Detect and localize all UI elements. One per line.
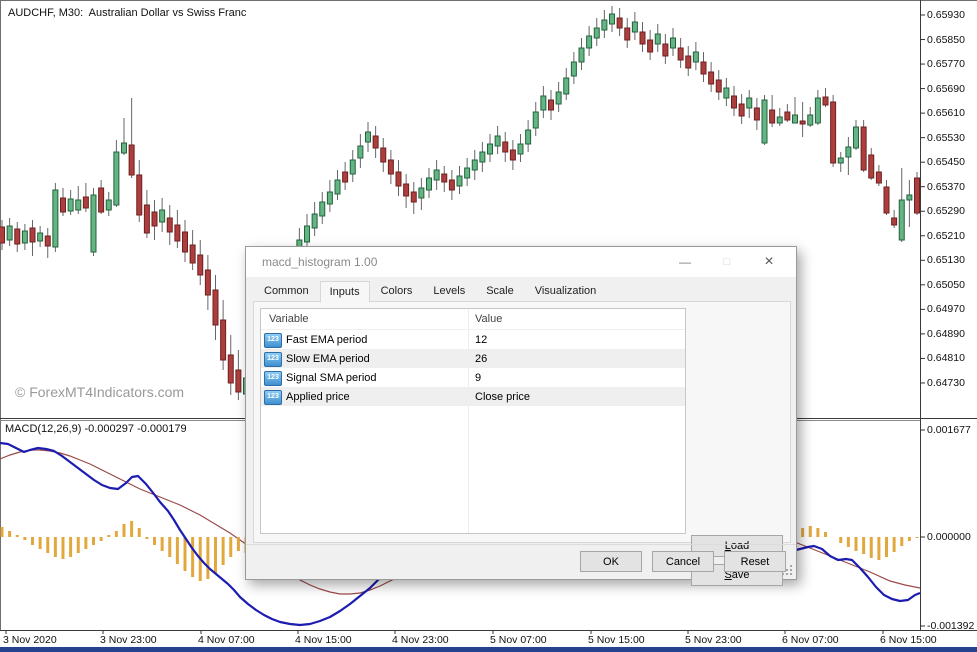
resize-grip-icon[interactable] [790, 573, 792, 575]
price-axis-label: 0.65770 [927, 58, 965, 70]
tab-common[interactable]: Common [254, 281, 319, 302]
price-axis-label: 0.65370 [927, 181, 965, 193]
footer-divider [246, 544, 796, 545]
tab-inputs[interactable]: Inputs [320, 281, 370, 303]
time-axis-label: 6 Nov 07:00 [782, 634, 839, 646]
table-header-row: Variable Value [261, 309, 685, 330]
inputs-tab-page: Variable Value 123 Fast EMA period 12 123 Sl… [253, 301, 791, 543]
macd-axis-label: 0.001677 [927, 424, 971, 436]
time-axis-label: 5 Nov 23:00 [685, 634, 742, 646]
variable-name: Fast EMA period [286, 334, 367, 346]
tab-visualization[interactable]: Visualization [525, 281, 607, 302]
maximize-icon[interactable]: □ [706, 247, 748, 277]
price-axis-label: 0.65690 [927, 83, 965, 95]
dialog-title: macd_histogram 1.00 [262, 255, 377, 269]
tab-levels[interactable]: Levels [423, 281, 475, 302]
price-axis-label: 0.65210 [927, 230, 965, 242]
table-row-fast-ema-period[interactable]: 123 Fast EMA period 12 [261, 330, 685, 349]
window-bottom-strip [0, 647, 977, 652]
numeric-input-icon: 123 [264, 352, 282, 367]
price-axis-label: 0.65530 [927, 132, 965, 144]
indicator-settings-dialog: macd_histogram 1.00 — □ × CommonInputsCo… [245, 246, 797, 580]
dialog-tab-bar: CommonInputsColorsLevelsScaleVisualizati… [254, 281, 607, 302]
time-axis-label: 5 Nov 15:00 [588, 634, 645, 646]
variable-name: Slow EMA period [286, 353, 370, 365]
tab-scale[interactable]: Scale [476, 281, 524, 302]
close-icon[interactable]: × [748, 247, 790, 277]
time-axis-label: 6 Nov 15:00 [880, 634, 937, 646]
price-axis-label: 0.64730 [927, 377, 965, 389]
cancel-button[interactable]: Cancel [652, 551, 714, 572]
variable-value[interactable]: 12 [475, 334, 487, 346]
numeric-input-icon: 123 [264, 333, 282, 348]
variable-name: Applied price [286, 391, 350, 403]
price-axis-label: 0.65130 [927, 254, 965, 266]
ok-button[interactable]: OK [580, 551, 642, 572]
chart-symbol-title: AUDCHF, M30: Australian Dollar vs Swiss … [8, 7, 246, 19]
inputs-table: Variable Value 123 Fast EMA period 12 123 Sl… [260, 308, 686, 534]
mt4-chart-window: AUDCHF, M30: Australian Dollar vs Swiss … [0, 0, 977, 652]
price-axis-label: 0.65450 [927, 156, 965, 168]
tab-colors[interactable]: Colors [371, 281, 423, 302]
variable-value[interactable]: Close price [475, 391, 530, 403]
time-axis-label: 5 Nov 07:00 [490, 634, 547, 646]
numeric-input-icon: 123 [264, 371, 282, 386]
time-axis-label: 3 Nov 2020 [3, 634, 57, 646]
macd-axis-label: -0.001392 [927, 620, 974, 632]
macd-indicator-label: MACD(12,26,9) -0.000297 -0.000179 [5, 423, 187, 435]
minimize-icon[interactable]: — [664, 247, 706, 277]
price-axis-label: 0.65930 [927, 9, 965, 21]
price-axis-label: 0.65850 [927, 34, 965, 46]
price-axis-label: 0.64810 [927, 352, 965, 364]
column-header-variable: Variable [269, 313, 309, 325]
time-axis-label: 4 Nov 23:00 [392, 634, 449, 646]
reset-button[interactable]: Reset [724, 551, 786, 572]
price-axis-label: 0.64970 [927, 303, 965, 315]
time-axis-label: 4 Nov 15:00 [295, 634, 352, 646]
variable-name: Signal SMA period [286, 372, 377, 384]
price-axis-label: 0.65050 [927, 279, 965, 291]
numeric-input-icon: 123 [264, 390, 282, 405]
time-axis-label: 4 Nov 07:00 [198, 634, 255, 646]
variable-value[interactable]: 26 [475, 353, 487, 365]
dialog-titlebar[interactable]: macd_histogram 1.00 — □ × [246, 247, 796, 277]
column-header-value: Value [475, 313, 502, 325]
time-axis-label: 3 Nov 23:00 [100, 634, 157, 646]
table-row-slow-ema-period[interactable]: 123 Slow EMA period 26 [261, 349, 685, 368]
table-row-signal-sma-period[interactable]: 123 Signal SMA period 9 [261, 368, 685, 387]
price-axis-label: 0.65610 [927, 107, 965, 119]
macd-axis-label: 0.000000 [927, 531, 971, 543]
window-controls: — □ × [664, 247, 790, 277]
table-row-applied-price[interactable]: 123 Applied price Close price [261, 387, 685, 406]
price-axis-label: 0.64890 [927, 328, 965, 340]
variable-value[interactable]: 9 [475, 372, 481, 384]
price-axis-label: 0.65290 [927, 205, 965, 217]
